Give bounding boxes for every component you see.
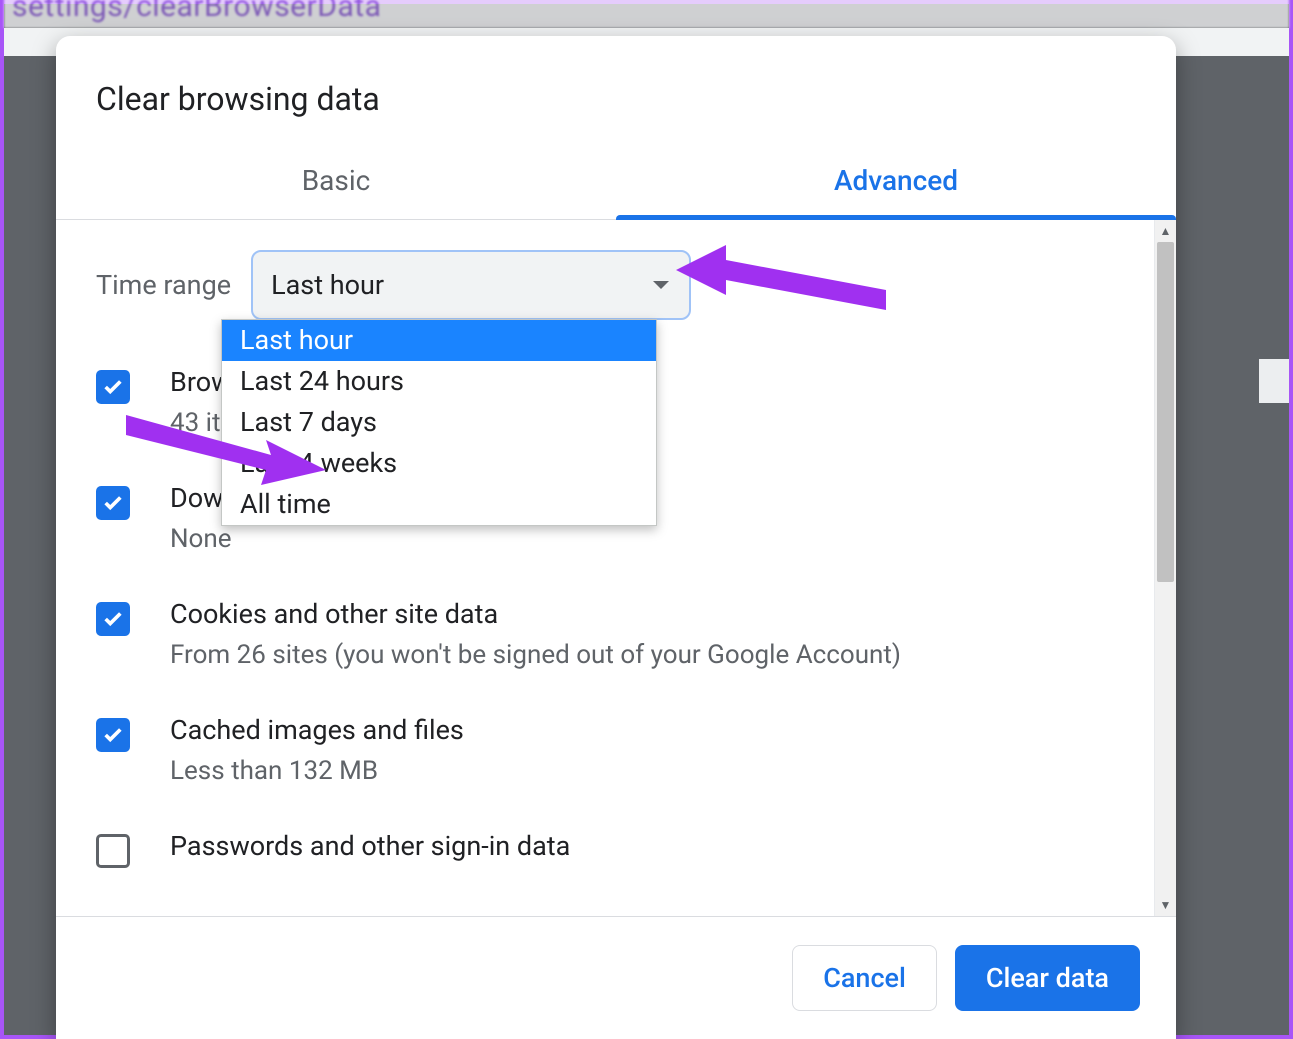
checkbox-download-history[interactable] xyxy=(96,486,130,520)
address-bar-fragment: settings/clearBrowserData xyxy=(4,0,1289,28)
tabs: Basic Advanced xyxy=(56,146,1176,220)
list-item: Cookies and other site data From 26 site… xyxy=(96,596,1114,672)
cancel-button[interactable]: Cancel xyxy=(792,945,937,1011)
check-icon xyxy=(102,376,124,398)
scroll-up-icon[interactable]: ▲ xyxy=(1155,220,1176,242)
item-subtitle: Less than 132 MB xyxy=(170,754,1114,788)
check-icon xyxy=(102,608,124,630)
time-range-option[interactable]: Last hour xyxy=(222,320,656,361)
checkbox-cookies[interactable] xyxy=(96,602,130,636)
background-strip xyxy=(1259,359,1289,403)
item-subtitle: From 26 sites (you won't be signed out o… xyxy=(170,638,1114,672)
item-title: Cached images and files xyxy=(170,712,1114,748)
time-range-option[interactable]: Last 4 weeks xyxy=(222,443,656,484)
checkbox-browsing-history[interactable] xyxy=(96,370,130,404)
list-item: Passwords and other sign-in data xyxy=(96,828,1114,868)
time-range-selected-value: Last hour xyxy=(271,269,384,301)
item-title: Passwords and other sign-in data xyxy=(170,828,1114,864)
time-range-label: Time range xyxy=(96,269,231,301)
dialog-title: Clear browsing data xyxy=(56,36,1176,146)
dialog-footer: Cancel Clear data xyxy=(56,916,1176,1039)
time-range-option[interactable]: All time xyxy=(222,484,656,525)
time-range-option[interactable]: Last 24 hours xyxy=(222,361,656,402)
time-range-row: Time range Last hour xyxy=(96,250,1114,320)
dialog-content: Time range Last hour Last hour Last 24 h… xyxy=(56,220,1154,916)
list-item: Cached images and files Less than 132 MB xyxy=(96,712,1114,788)
time-range-option[interactable]: Last 7 days xyxy=(222,402,656,443)
scroll-thumb[interactable] xyxy=(1157,242,1174,582)
check-icon xyxy=(102,492,124,514)
chevron-down-icon xyxy=(653,281,669,289)
clear-browsing-data-dialog: Clear browsing data Basic Advanced Time … xyxy=(56,36,1176,1039)
item-subtitle: None xyxy=(170,522,1114,556)
clear-data-button[interactable]: Clear data xyxy=(955,945,1140,1011)
checkbox-cached-images[interactable] xyxy=(96,718,130,752)
time-range-dropdown: Last hour Last 24 hours Last 7 days Last… xyxy=(221,319,657,526)
scroll-down-icon[interactable]: ▼ xyxy=(1155,894,1176,916)
item-title: Cookies and other site data xyxy=(170,596,1114,632)
checkbox-passwords[interactable] xyxy=(96,834,130,868)
tab-basic[interactable]: Basic xyxy=(56,146,616,219)
time-range-select[interactable]: Last hour xyxy=(251,250,691,320)
tab-advanced[interactable]: Advanced xyxy=(616,146,1176,219)
check-icon xyxy=(102,724,124,746)
scrollbar[interactable]: ▲ ▼ xyxy=(1154,220,1176,916)
